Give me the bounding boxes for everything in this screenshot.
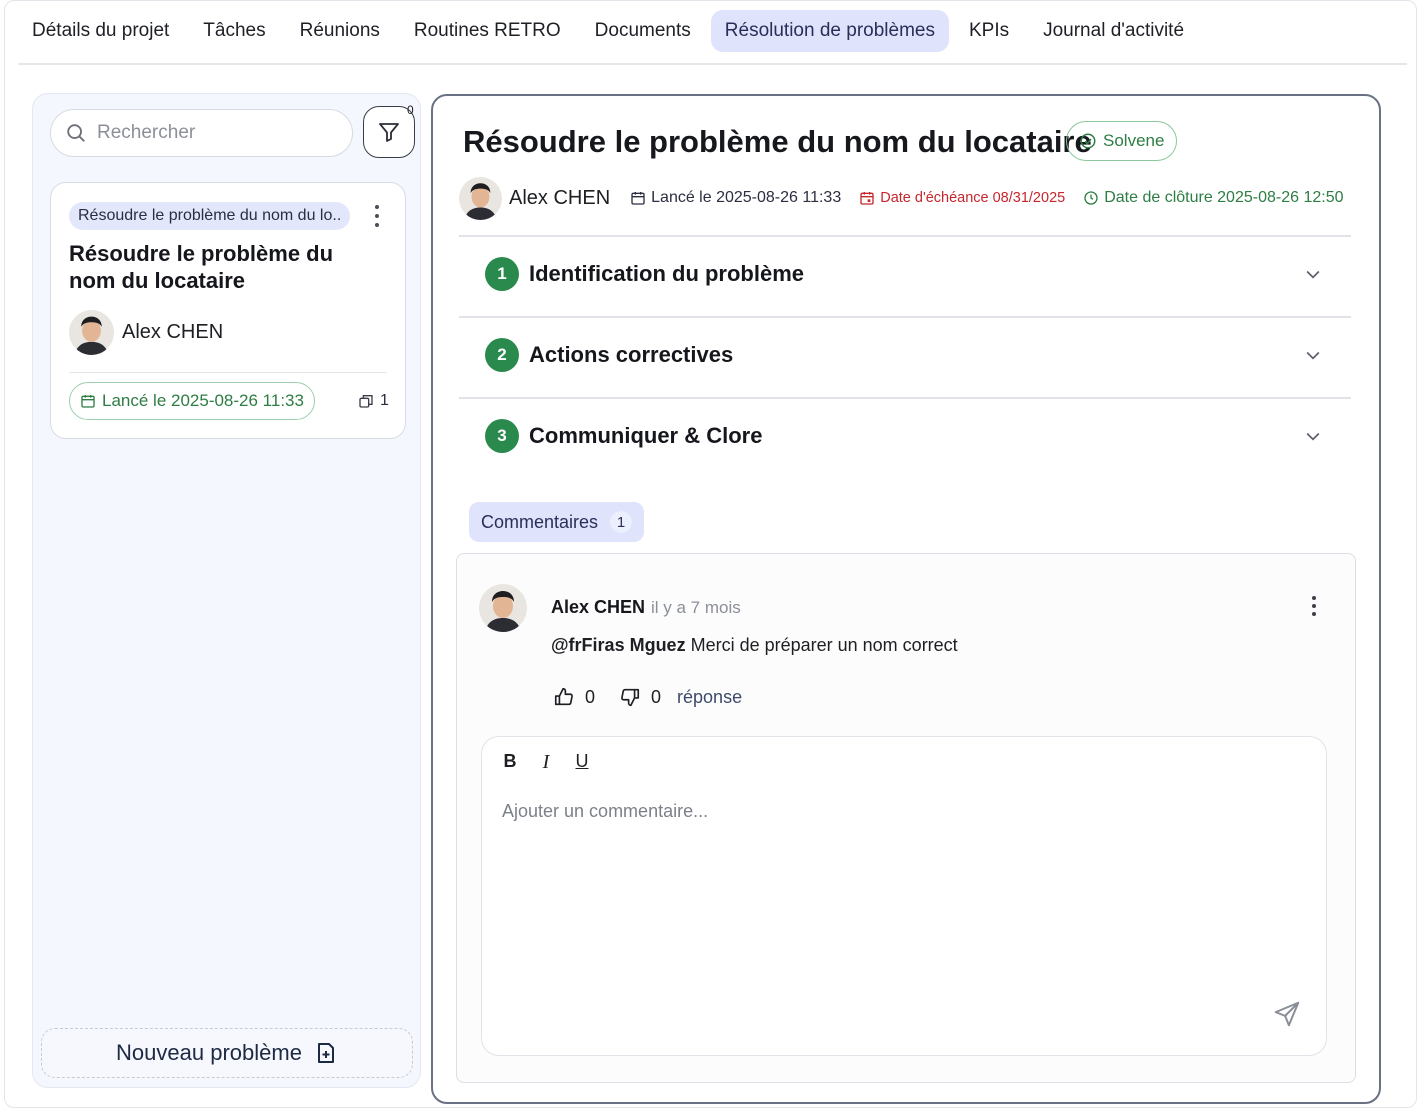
tab-kpis[interactable]: KPIs	[955, 10, 1023, 52]
calendar-alert-icon	[860, 192, 874, 205]
problem-card-title: Résoudre le problème du nom du locataire	[69, 241, 334, 293]
start-date: Lancé le 2025-08-26 11:33	[630, 189, 841, 207]
due-date: Date d'échéance 08/31/2025	[859, 190, 1065, 206]
status-badge: Solvene	[1066, 121, 1178, 161]
editor-toolbar: B I U	[502, 751, 590, 774]
comments-panel: Alex CHEN il y a 7 mois @frFiras Mguez M…	[456, 553, 1356, 1083]
avatar	[69, 310, 114, 355]
tab-project-details[interactable]: Détails du projet	[18, 10, 183, 52]
tab-tasks[interactable]: Tâches	[189, 10, 279, 52]
like-count: 0	[585, 686, 596, 707]
page-title: Résoudre le problème du nom du locataire	[463, 124, 1092, 159]
copy-icon	[359, 395, 373, 408]
calendar-icon	[81, 395, 95, 408]
comments-tab-label: Commentaires	[481, 511, 599, 532]
chevron-down-icon[interactable]	[1303, 264, 1323, 284]
problem-meta: Alex CHEN Lancé le 2025-08-26 11:33 Date…	[459, 176, 1361, 220]
chevron-down-icon[interactable]	[1303, 345, 1323, 365]
start-date-pill: Lancé le 2025-08-26 11:33	[69, 382, 315, 420]
search-box	[50, 109, 353, 157]
comment-editor: B I U	[481, 736, 1327, 1056]
step-number: 2	[485, 338, 519, 372]
thumbs-up-icon[interactable]	[553, 686, 575, 708]
tab-problem-solving[interactable]: Résolution de problèmes	[710, 10, 949, 52]
problem-chip: Résoudre le problème du nom du lo..	[69, 202, 351, 230]
tab-activity-log[interactable]: Journal d'activité	[1029, 10, 1198, 52]
section-communicate-close[interactable]: 3 Communiquer & Clore	[485, 416, 1323, 456]
tab-comments[interactable]: Commentaires 1	[469, 502, 645, 542]
section-identification[interactable]: 1 Identification du problème	[485, 254, 1323, 294]
comment-mention[interactable]: @frFiras Mguez	[551, 635, 686, 655]
step-number: 1	[485, 257, 519, 291]
status-text: Solvene	[1103, 131, 1165, 150]
calendar-icon	[631, 192, 645, 205]
check-circle-icon	[1080, 133, 1096, 149]
chevron-down-icon[interactable]	[1303, 426, 1323, 446]
section-title: Communiquer & Clore	[529, 423, 763, 448]
comment-author: Alex CHEN	[551, 597, 646, 617]
tab-meetings[interactable]: Réunions	[286, 10, 394, 52]
problem-list-panel: 0 Résoudre le problème du nom du lo.. Ré…	[32, 93, 421, 1088]
close-date: Date de clôture 2025-08-26 12:50	[1083, 189, 1343, 207]
section-title: Actions correctives	[529, 342, 734, 367]
close-date-text: Date de clôture 2025-08-26 12:50	[1104, 189, 1344, 206]
add-file-icon	[317, 1043, 334, 1063]
reply-link[interactable]: réponse	[677, 687, 742, 708]
comment-time: il y a 7 mois	[651, 598, 741, 617]
send-icon[interactable]	[1272, 999, 1302, 1029]
comment-text: Merci de préparer un nom correct	[685, 635, 958, 655]
comment-more-icon[interactable]	[1309, 594, 1319, 618]
clock-icon	[1084, 191, 1098, 205]
thumbs-down-icon[interactable]	[619, 686, 641, 708]
underline-button[interactable]: U	[574, 751, 590, 774]
new-problem-button[interactable]: Nouveau problème	[41, 1028, 413, 1078]
due-date-text: Date d'échéance 08/31/2025	[880, 190, 1066, 206]
card-comment-count: 1	[358, 392, 389, 410]
problem-detail-panel: Résoudre le problème du nom du locataire…	[431, 94, 1381, 1104]
divider	[459, 316, 1351, 318]
comment-body: @frFiras Mguez Merci de préparer un nom …	[551, 635, 958, 656]
tab-documents[interactable]: Documents	[581, 10, 705, 52]
avatar	[459, 176, 502, 220]
start-date-text: Lancé le 2025-08-26 11:33	[102, 391, 304, 410]
step-number: 3	[485, 419, 519, 453]
comments-count-badge: 1	[610, 511, 633, 533]
comment-actions: 0 0 réponse	[553, 682, 742, 712]
card-divider	[69, 372, 387, 373]
tabs-divider	[18, 63, 1407, 65]
problem-card-user: Alex CHEN	[122, 321, 224, 343]
avatar	[479, 584, 527, 632]
section-corrective-actions[interactable]: 2 Actions correctives	[485, 335, 1323, 375]
italic-button[interactable]: I	[538, 751, 554, 774]
owner-name: Alex CHEN	[509, 186, 611, 209]
comment-input[interactable]	[502, 801, 1282, 822]
search-input[interactable]	[97, 122, 327, 144]
card-more-icon[interactable]	[369, 203, 385, 229]
card-count-value: 1	[380, 392, 389, 409]
start-date-text: Lancé le 2025-08-26 11:33	[651, 189, 842, 206]
divider	[459, 397, 1351, 399]
tab-retro-routines[interactable]: Routines RETRO	[400, 10, 575, 52]
bold-button[interactable]: B	[502, 751, 518, 774]
section-title: Identification du problème	[529, 261, 805, 286]
new-problem-label: Nouveau problème	[116, 1040, 302, 1065]
dislike-count: 0	[651, 686, 662, 707]
tab-bar: Détails du projet Tâches Réunions Routin…	[18, 10, 1407, 54]
problem-card[interactable]: Résoudre le problème du nom du lo.. Réso…	[50, 182, 406, 439]
filter-count-badge: 0	[407, 103, 414, 117]
filter-icon	[379, 123, 399, 142]
divider	[459, 235, 1351, 237]
search-icon	[67, 124, 85, 142]
